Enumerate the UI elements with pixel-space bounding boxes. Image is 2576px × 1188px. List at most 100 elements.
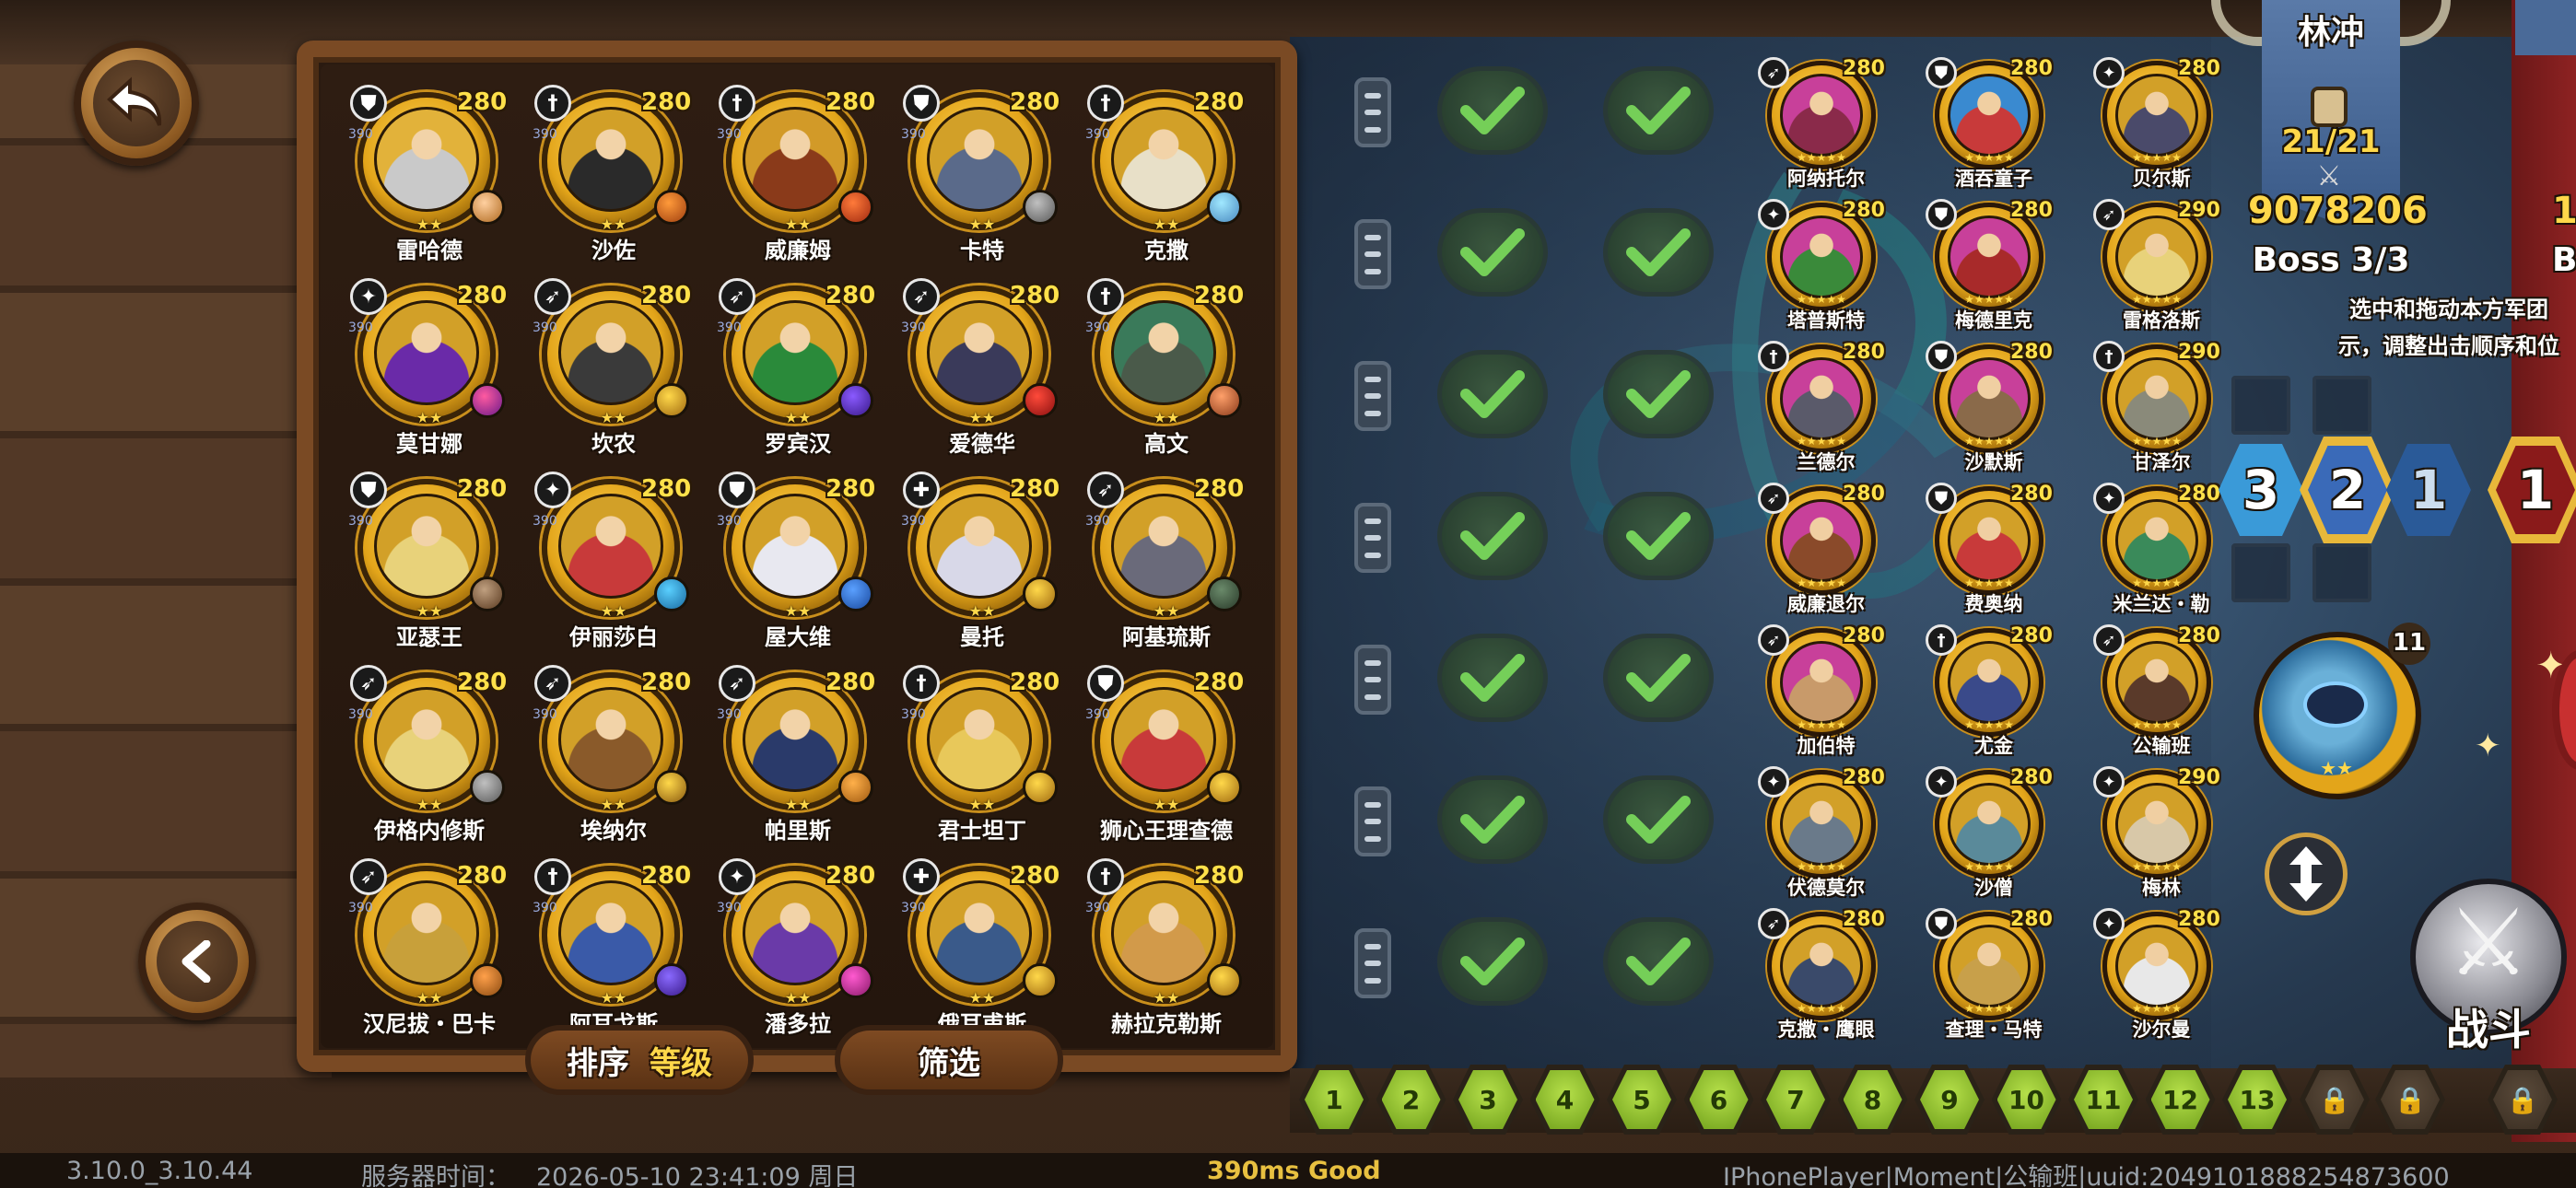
slot-enabled-toggle[interactable] [1603, 775, 1714, 864]
army-slot-row[interactable] [1354, 193, 1751, 313]
drag-handle-icon[interactable] [1354, 786, 1391, 856]
slot-enabled-toggle[interactable] [1437, 775, 1548, 864]
army-hero[interactable]: ✦ 280 ★★★★★ 伏德莫尔 [1752, 761, 1900, 899]
hero-level: 280 [2010, 199, 2053, 222]
army-hero[interactable]: ⛊ 280 ★★★★★ 酒吞童子 [1920, 52, 2067, 190]
hero-card[interactable]: † 390 280 ★★ 威廉姆 [715, 81, 881, 265]
drag-handle-icon[interactable] [1354, 219, 1391, 289]
army-hero[interactable]: † 290 ★★★★★ 甘泽尔 [2088, 335, 2235, 473]
hero-card[interactable]: † 390 280 ★★ 沙佐 [531, 81, 697, 265]
back-button[interactable] [74, 41, 199, 166]
hero-card[interactable]: † 390 280 ★★ 君士坦丁 [899, 661, 1065, 845]
army-hero[interactable]: ✦ 290 ★★★★★ 梅林 [2088, 761, 2235, 899]
army-slot-row[interactable] [1354, 619, 1751, 739]
hero-card[interactable]: ➶ 390 280 ★★ 埃纳尔 [531, 661, 697, 845]
status-bar: 3.10.0_3.10.44 服务器时间： 2026-05-10 23:41:0… [0, 1153, 2576, 1188]
army-hero[interactable]: ✦ 280 ★★★★★ 沙尔曼 [2088, 903, 2235, 1041]
drag-handle-icon[interactable] [1354, 928, 1391, 998]
swap-order-button[interactable] [2265, 833, 2348, 915]
army-hero[interactable]: ✦ 280 ★★★★★ 米兰达・勒 [2088, 477, 2235, 615]
slot-enabled-toggle[interactable] [1603, 917, 1714, 1006]
drag-handle-icon[interactable] [1354, 645, 1391, 715]
hero-portrait [374, 300, 479, 405]
fight-button[interactable]: ⚔ 战斗 [2401, 869, 2576, 1054]
army-hero[interactable]: ➶ 290 ★★★★★ 雷格洛斯 [2088, 193, 2235, 332]
hero-card[interactable]: ✚ 390 280 ★★ 俄耳甫斯 [899, 855, 1065, 1039]
slot-enabled-toggle[interactable] [1603, 634, 1714, 722]
hero-card[interactable]: ➶ 390 280 ★★ 爱德华 [899, 274, 1065, 459]
army-hero[interactable]: ✦ 280 ★★★★★ 沙僧 [1920, 761, 2067, 899]
army-hero[interactable]: ✦ 280 ★★★★★ 塔普斯特 [1752, 193, 1900, 332]
hero-card[interactable]: † 390 280 ★★ 阿耳戈斯 [531, 855, 697, 1039]
army-hero[interactable]: ⛊ 280 ★★★★★ 查理・马特 [1920, 903, 2067, 1041]
hero-card[interactable]: ✚ 390 280 ★★ 曼托 [899, 468, 1065, 652]
slot-enabled-toggle[interactable] [1437, 917, 1548, 1006]
army-hero[interactable]: ✦ 280 ★★★★★ 贝尔斯 [2088, 52, 2235, 190]
hero-card[interactable]: ⛊ 390 280 ★★ 雷哈德 [346, 81, 512, 265]
army-hero[interactable]: ⛊ 280 ★★★★★ 沙默斯 [1920, 335, 2067, 473]
hero-card[interactable]: ✦ 390 280 ★★ 伊丽莎白 [531, 468, 697, 652]
hero-card[interactable]: † 390 280 ★★ 赫拉克勒斯 [1083, 855, 1249, 1039]
slot-enabled-toggle[interactable] [1437, 208, 1548, 297]
army-hero[interactable]: ➶ 280 ★★★★★ 阿纳托尔 [1752, 52, 1900, 190]
sword-class-icon: † [1926, 624, 1957, 656]
hero-card[interactable]: ➶ 390 280 ★★ 坎农 [531, 274, 697, 459]
hero-card[interactable]: ⛊ 390 280 ★★ 狮心王理查德 [1083, 661, 1249, 845]
slot-enabled-toggle[interactable] [1603, 208, 1714, 297]
filter-button[interactable]: 筛选 [835, 1025, 1063, 1095]
hero-card[interactable]: † 390 280 ★★ 克撒 [1083, 81, 1249, 265]
hero-card[interactable]: ⛊ 390 280 ★★ 屋大维 [715, 468, 881, 652]
hero-name: 酒吞童子 [1955, 168, 2032, 190]
hero-level: 280 [2010, 624, 2053, 647]
hero-card[interactable]: ✦ 390 280 ★★ 潘多拉 [715, 855, 881, 1039]
slot-enabled-toggle[interactable] [1603, 66, 1714, 155]
formation-cell[interactable] [2313, 376, 2371, 435]
hero-level: 280 [2178, 624, 2220, 647]
drag-handle-icon[interactable] [1354, 503, 1391, 573]
formation-cell[interactable] [2231, 543, 2290, 602]
army-hero[interactable]: ➶ 280 ★★★★★ 克撒・鹰眼 [1752, 903, 1900, 1041]
hero-card[interactable]: ➶ 390 280 ★★ 帕里斯 [715, 661, 881, 845]
slot-enabled-toggle[interactable] [1603, 492, 1714, 580]
army-hero[interactable]: ⛊ 280 ★★★★★ 梅德里克 [1920, 193, 2067, 332]
hero-card[interactable]: ➶ 390 280 ★★ 阿基琉斯 [1083, 468, 1249, 652]
hero-card[interactable]: ➶ 390 280 ★★ 汉尼拔・巴卡 [346, 855, 512, 1039]
hero-card[interactable]: ⛊ 390 280 ★★ 亚瑟王 [346, 468, 512, 652]
collapse-panel-button[interactable] [138, 903, 256, 1020]
stage-number: 10 [1996, 1070, 2056, 1129]
army-hero[interactable]: ➶ 280 ★★★★★ 加伯特 [1752, 619, 1900, 757]
army-slot-row[interactable] [1354, 761, 1751, 880]
slot-enabled-toggle[interactable] [1437, 350, 1548, 438]
army-hero[interactable]: ➶ 280 ★★★★★ 威廉退尔 [1752, 477, 1900, 615]
slot-enabled-toggle[interactable] [1437, 492, 1548, 580]
drag-handle-icon[interactable] [1354, 77, 1391, 147]
slot-enabled-toggle[interactable] [1437, 634, 1548, 722]
hero-level: 280 [1194, 862, 1245, 890]
army-hero[interactable]: ➶ 280 ★★★★★ 公输班 [2088, 619, 2235, 757]
army-slot-row[interactable] [1354, 903, 1751, 1022]
hero-card[interactable]: ➶ 390 280 ★★ 伊格内修斯 [346, 661, 512, 845]
chevron-left-icon [181, 939, 211, 983]
hero-stars: ★★★★★ [1964, 860, 2014, 873]
army-hero[interactable]: † 280 ★★★★★ 兰德尔 [1752, 335, 1900, 473]
slot-enabled-toggle[interactable] [1603, 350, 1714, 438]
army-slot-row[interactable] [1354, 477, 1751, 597]
army-hero[interactable]: † 280 ★★★★★ 尤金 [1920, 619, 2067, 757]
hero-portrait [743, 880, 848, 985]
check-icon [1626, 228, 1691, 276]
formation-cell[interactable] [2231, 376, 2290, 435]
hero-card[interactable]: ✦ 390 280 ★★ 莫甘娜 [346, 274, 512, 459]
army-slot-row[interactable] [1354, 335, 1751, 455]
hero-card[interactable]: ⛊ 390 280 ★★ 卡特 [899, 81, 1065, 265]
army-hero[interactable]: ⛊ 280 ★★★★★ 费奥纳 [1920, 477, 2067, 615]
drag-handle-icon[interactable] [1354, 361, 1391, 431]
pet-eye-icon [2303, 681, 2368, 728]
sort-button[interactable]: 排序 等级 [525, 1025, 754, 1095]
army-slot-row[interactable] [1354, 52, 1751, 171]
formation-cell[interactable] [2313, 543, 2371, 602]
check-icon [1460, 370, 1525, 418]
hero-name: 沙默斯 [1964, 451, 2023, 473]
hero-card[interactable]: ➶ 390 280 ★★ 罗宾汉 [715, 274, 881, 459]
hero-card[interactable]: † 390 280 ★★ 高文 [1083, 274, 1249, 459]
slot-enabled-toggle[interactable] [1437, 66, 1548, 155]
